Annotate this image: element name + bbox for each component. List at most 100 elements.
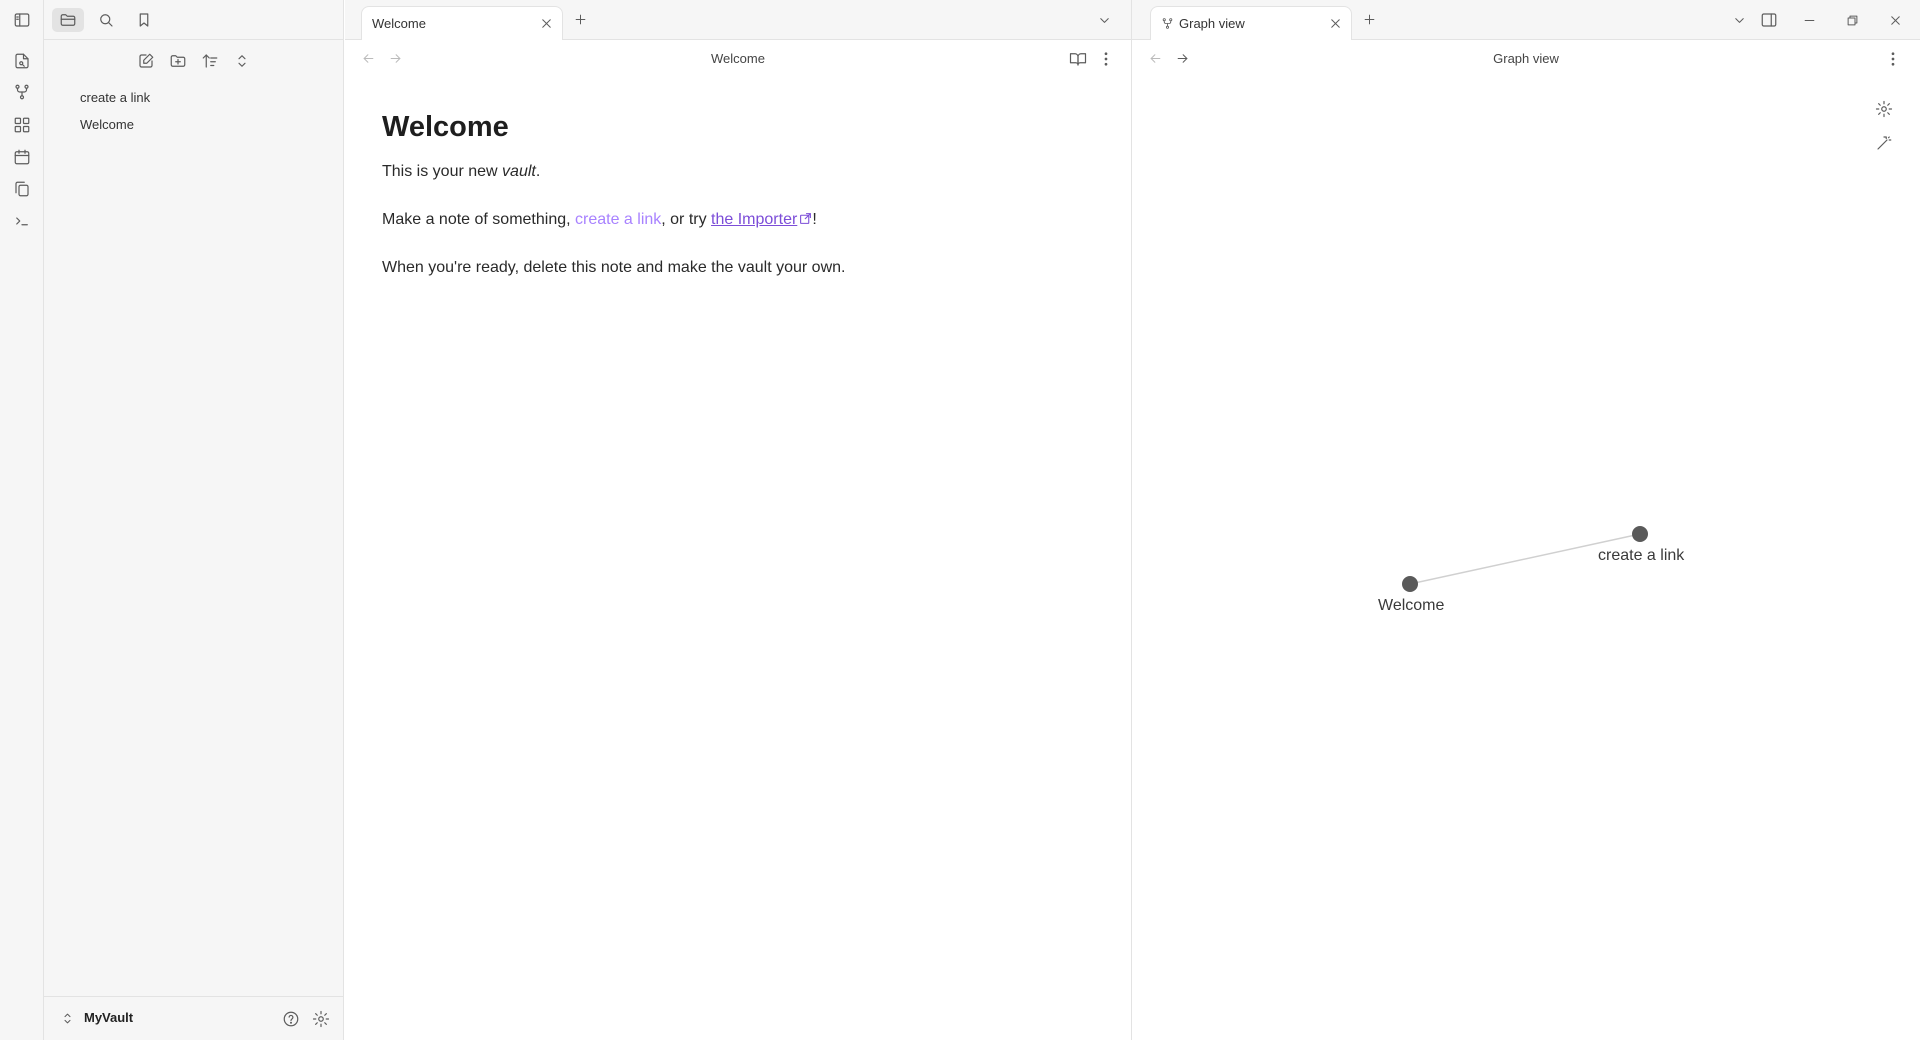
sidebar-toggle-icon <box>14 13 30 27</box>
new-tab-button[interactable] <box>573 12 588 27</box>
close-tab-button[interactable] <box>1328 16 1343 31</box>
text: ! <box>812 211 817 228</box>
right-view-header: Graph view <box>1132 40 1920 78</box>
view-title: Welcome <box>711 51 765 66</box>
tab-bookmarks[interactable] <box>128 8 160 32</box>
search-icon <box>100 14 113 27</box>
git-fork-icon <box>15 84 29 100</box>
calendar-icon <box>14 149 30 165</box>
internal-link[interactable]: create a link <box>575 211 661 228</box>
tab-welcome[interactable]: Welcome <box>361 6 563 40</box>
navigate-forward-button[interactable] <box>388 51 403 66</box>
sidebar-toggle-button[interactable] <box>11 9 33 31</box>
vault-name[interactable]: MyVault <box>84 1010 133 1025</box>
layout-dashboard-icon <box>14 117 30 133</box>
toggle-right-sidebar-button[interactable] <box>1760 11 1778 29</box>
note-paragraph-1: This is your new vault. <box>382 161 540 183</box>
graph-node-welcome[interactable] <box>1402 576 1418 592</box>
more-options-button[interactable] <box>1884 50 1902 68</box>
open-daily-note-button[interactable] <box>11 146 33 168</box>
tab-files[interactable] <box>52 8 84 32</box>
file-search-icon <box>15 53 29 69</box>
external-link-icon <box>799 210 812 232</box>
close-icon <box>1891 16 1900 25</box>
tab-list-dropdown-button[interactable] <box>1097 13 1112 28</box>
note-paragraph-2: Make a note of something, create a link,… <box>382 209 817 232</box>
graph-node-create-a-link[interactable] <box>1632 526 1648 542</box>
new-folder-button[interactable] <box>166 49 190 73</box>
new-note-button[interactable] <box>134 49 158 73</box>
vault-switcher-button[interactable] <box>60 1011 75 1026</box>
settings-button[interactable] <box>312 1010 330 1028</box>
graph-node-label: create a link <box>1598 547 1685 564</box>
navigate-forward-button[interactable] <box>1175 51 1190 66</box>
files-icon <box>15 181 29 197</box>
tab-list-dropdown-button[interactable] <box>1732 13 1747 28</box>
tree-item-create-a-link[interactable]: create a link <box>80 87 150 109</box>
arrow-left-icon <box>1150 54 1161 63</box>
close-icon <box>542 19 551 28</box>
tree-item-label: Welcome <box>80 117 134 132</box>
arrow-left-icon <box>363 54 374 63</box>
external-link[interactable]: the Importer <box>711 211 797 228</box>
arrow-right-icon <box>390 54 401 63</box>
folder-open-icon <box>60 14 76 26</box>
restore-window-button[interactable] <box>1845 13 1860 28</box>
chevron-down-icon <box>1735 18 1744 23</box>
book-open-icon <box>1069 53 1087 66</box>
plus-icon <box>575 14 586 25</box>
graph-node-label: Welcome <box>1378 597 1445 614</box>
navigate-back-button[interactable] <box>1148 51 1163 66</box>
tab-search[interactable] <box>90 8 122 32</box>
graph-tab-icon <box>1161 17 1174 30</box>
graph-svg <box>1402 526 1648 592</box>
close-tab-button[interactable] <box>539 16 554 31</box>
left-view-header: Welcome <box>345 40 1131 78</box>
new-tab-button[interactable] <box>1362 12 1377 27</box>
more-options-button[interactable] <box>1097 50 1115 68</box>
vault-switcher-bar: MyVault <box>44 996 344 1040</box>
chevron-down-icon <box>1100 18 1109 23</box>
open-canvas-button[interactable] <box>11 114 33 136</box>
collapse-all-button[interactable] <box>230 49 254 73</box>
sidebar-tab-bar <box>44 0 344 40</box>
restore-icon <box>1847 15 1858 26</box>
file-explorer-sidebar: create a link Welcome MyVault <box>44 0 344 1040</box>
reading-view-button[interactable] <box>1069 50 1087 68</box>
navigate-back-button[interactable] <box>361 51 376 66</box>
plus-icon <box>1364 14 1375 25</box>
sort-ascending-icon <box>202 54 218 68</box>
minimize-window-button[interactable] <box>1802 13 1817 28</box>
open-quick-switcher-button[interactable] <box>11 50 33 72</box>
arrow-right-icon <box>1177 54 1188 63</box>
chevrons-up-down-icon <box>64 1013 71 1024</box>
close-window-button[interactable] <box>1888 13 1903 28</box>
more-vertical-icon <box>1891 52 1895 66</box>
text: , or try <box>661 211 712 228</box>
graph-canvas[interactable]: Welcome create a link <box>1132 78 1920 1040</box>
text: Make a note of something, <box>382 211 575 228</box>
help-button[interactable] <box>282 1010 300 1028</box>
tree-item-label: create a link <box>80 90 151 105</box>
tree-item-welcome[interactable]: Welcome <box>80 114 134 136</box>
tab-title: Graph view <box>1179 16 1245 31</box>
tab-graph-view[interactable]: Graph view <box>1150 6 1352 40</box>
gear-icon <box>312 1010 330 1028</box>
text: . <box>535 163 541 180</box>
command-palette-button[interactable] <box>11 210 33 232</box>
minimize-icon <box>1804 20 1815 21</box>
open-graph-view-button[interactable] <box>11 81 33 103</box>
text: This is your new <box>382 163 503 180</box>
sidebar-right-icon <box>1761 13 1777 27</box>
insert-template-button[interactable] <box>11 178 33 200</box>
note-title: Welcome <box>382 111 509 143</box>
close-icon <box>1331 19 1340 28</box>
text-emphasis: vault <box>502 163 536 180</box>
tab-title: Welcome <box>372 16 426 31</box>
sort-button[interactable] <box>198 49 222 73</box>
note-paragraph-3: When you're ready, delete this note and … <box>382 259 846 276</box>
more-vertical-icon <box>1104 52 1108 66</box>
terminal-icon <box>16 217 28 226</box>
ribbon <box>0 0 44 1040</box>
bookmark-icon <box>139 13 149 27</box>
